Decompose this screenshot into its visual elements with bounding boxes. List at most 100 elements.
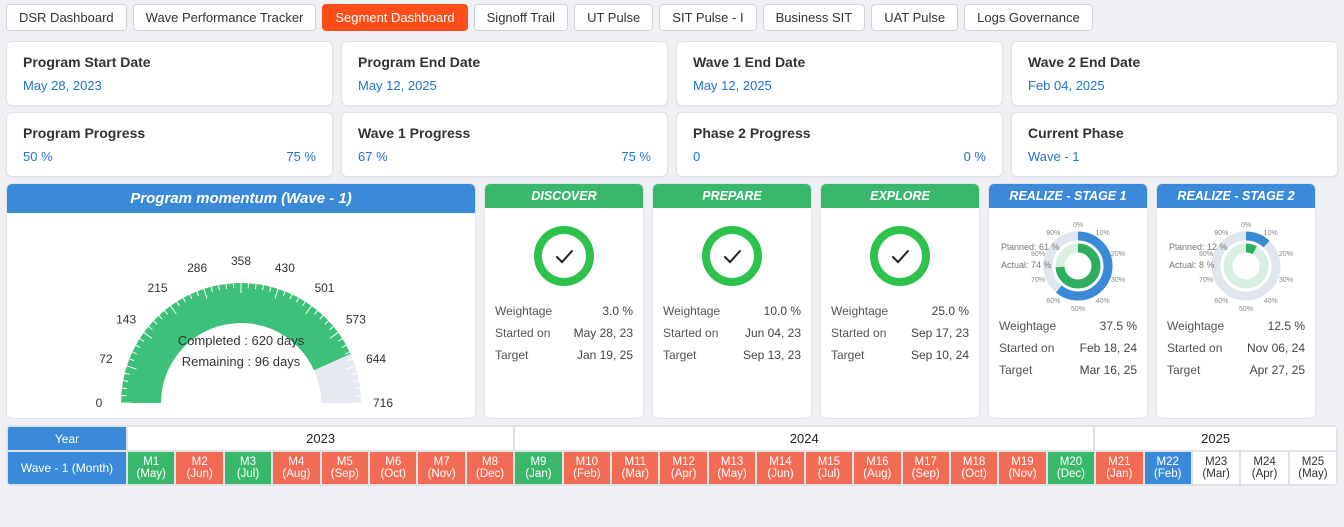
momentum-gauge: 072143215286358430501573644716 Completed… [7,213,475,418]
stage-weightage-value: 10.0 % [764,304,801,318]
timeline-month-m23[interactable]: M23(Mar) [1192,451,1240,485]
stage-header: REALIZE - STAGE 1 [989,184,1147,208]
svg-text:80%: 80% [1031,251,1045,258]
tab-dsr-dashboard[interactable]: DSR Dashboard [6,4,127,31]
svg-text:716: 716 [373,396,393,410]
stage-target-label: Target [999,363,1032,377]
tab-segment-dashboard[interactable]: Segment Dashboard [322,4,467,31]
svg-text:215: 215 [148,281,168,295]
card-title: Wave 1 End Date [693,54,986,70]
stage-started-label: Started on [663,326,718,340]
timeline-month-m1[interactable]: M1(May) [127,451,175,485]
card-wave-1-progress: Wave 1 Progress67 %75 % [341,112,668,177]
stage-started-value: Sep 17, 23 [911,326,969,340]
svg-text:30%: 30% [1111,277,1125,284]
svg-text:286: 286 [187,261,207,275]
tab-wave-performance-tracker[interactable]: Wave Performance Tracker [133,4,317,31]
timeline-month-m16[interactable]: M16(Aug) [853,451,901,485]
timeline-month-m19[interactable]: M19(Nov) [998,451,1046,485]
tab-business-sit[interactable]: Business SIT [763,4,866,31]
svg-text:10%: 10% [1096,230,1110,237]
timeline-month-m10[interactable]: M10(Feb) [563,451,611,485]
card-value-secondary: 75 % [621,149,651,164]
card-value: 0 [693,149,700,164]
stage-target-label: Target [663,348,696,362]
stage-weightage-label: Weightage [1167,319,1224,333]
timeline-month-m12[interactable]: M12(Apr) [659,451,707,485]
stage-weightage-value: 12.5 % [1268,319,1305,333]
actual-label: Actual: 74 % [1001,260,1052,270]
tab-sit-pulse-i[interactable]: SIT Pulse - I [659,4,756,31]
timeline-year: 2025 [1094,426,1337,451]
card-phase-2-progress: Phase 2 Progress00 % [676,112,1003,177]
timeline-month-m14[interactable]: M14(Jun) [756,451,804,485]
stage-started-value: Nov 06, 24 [1247,341,1305,355]
momentum-center-text: Completed : 620 days Remaining : 96 days [7,331,475,373]
timeline-month-m13[interactable]: M13(May) [708,451,756,485]
stage-header: PREPARE [653,184,811,208]
stage-target-value: Jan 19, 25 [577,348,633,362]
stage-header: EXPLORE [821,184,979,208]
stage-weightage-value: 37.5 % [1100,319,1137,333]
stage-target-label: Target [1167,363,1200,377]
svg-text:90%: 90% [1046,230,1060,237]
stage-started-label: Started on [495,326,550,340]
card-program-progress: Program Progress50 %75 % [6,112,333,177]
svg-text:20%: 20% [1279,251,1293,258]
timeline-month-m5[interactable]: M5(Sep) [321,451,369,485]
stage-started-label: Started on [1167,341,1222,355]
completed-days-label: Completed : 620 days [7,331,475,352]
timeline-month-m2[interactable]: M2(Jun) [175,451,223,485]
card-title: Wave 1 Progress [358,125,651,141]
check-icon [702,226,762,286]
timeline-month-m18[interactable]: M18(Oct) [950,451,998,485]
radial-gauge: 0%10%20%30%40%50%60%70%80%90%Planned: 12… [1167,216,1305,311]
planned-label: Planned: 61 % [1001,242,1060,252]
timeline-month-m24[interactable]: M24(Apr) [1240,451,1288,485]
svg-text:80%: 80% [1199,251,1213,258]
timeline-month-m20[interactable]: M20(Dec) [1047,451,1095,485]
svg-text:0: 0 [96,396,103,410]
svg-text:40%: 40% [1096,298,1110,305]
card-current-phase: Current PhaseWave - 1 [1011,112,1338,177]
timeline-month-m17[interactable]: M17(Sep) [902,451,950,485]
planned-label: Planned: 12 % [1169,242,1228,252]
momentum-title: Program momentum (Wave - 1) [7,184,475,213]
summary-cards-row2: Program Progress50 %75 %Wave 1 Progress6… [0,106,1344,177]
card-value: May 28, 2023 [23,78,316,93]
timeline-year: 2024 [514,426,1094,451]
svg-text:50%: 50% [1239,306,1253,311]
stage-realize-stage-2: REALIZE - STAGE 20%10%20%30%40%50%60%70%… [1156,183,1316,419]
stage-realize-stage-1: REALIZE - STAGE 10%10%20%30%40%50%60%70%… [988,183,1148,419]
actual-label: Actual: 8 % [1169,260,1215,270]
stage-weightage-label: Weightage [663,304,720,318]
timeline-month-m8[interactable]: M8(Dec) [466,451,514,485]
timeline-month-m22[interactable]: M22(Feb) [1144,451,1192,485]
timeline-month-row: Wave - 1 (Month)M1(May)M2(Jun)M3(Jul)M4(… [7,451,1337,485]
timeline-month-m15[interactable]: M15(Jul) [805,451,853,485]
timeline-month-m4[interactable]: M4(Aug) [272,451,320,485]
timeline-month-m9[interactable]: M9(Jan) [514,451,562,485]
timeline-month-m11[interactable]: M11(Mar) [611,451,659,485]
timeline-month-m7[interactable]: M7(Nov) [417,451,465,485]
svg-text:0%: 0% [1241,222,1251,229]
svg-text:501: 501 [314,281,334,295]
tab-bar: DSR DashboardWave Performance TrackerSeg… [0,0,1344,35]
stage-started-value: May 28, 23 [574,326,633,340]
timeline-month-m21[interactable]: M21(Jan) [1095,451,1143,485]
tab-ut-pulse[interactable]: UT Pulse [574,4,653,31]
card-title: Program End Date [358,54,651,70]
timeline-year: 2023 [127,426,514,451]
program-momentum-panel: Program momentum (Wave - 1) 072143215286… [6,183,476,419]
stage-discover: DISCOVERWeightage3.0 %Started onMay 28, … [484,183,644,419]
tab-uat-pulse[interactable]: UAT Pulse [871,4,958,31]
timeline-month-m3[interactable]: M3(Jul) [224,451,272,485]
card-value-secondary: 0 % [964,149,986,164]
stage-weightage-label: Weightage [495,304,552,318]
tab-logs-governance[interactable]: Logs Governance [964,4,1093,31]
timeline-month-m25[interactable]: M25(May) [1289,451,1337,485]
timeline-wave-head: Wave - 1 (Month) [7,451,127,485]
timeline-month-m6[interactable]: M6(Oct) [369,451,417,485]
card-wave-2-end-date: Wave 2 End DateFeb 04, 2025 [1011,41,1338,106]
tab-signoff-trail[interactable]: Signoff Trail [474,4,568,31]
